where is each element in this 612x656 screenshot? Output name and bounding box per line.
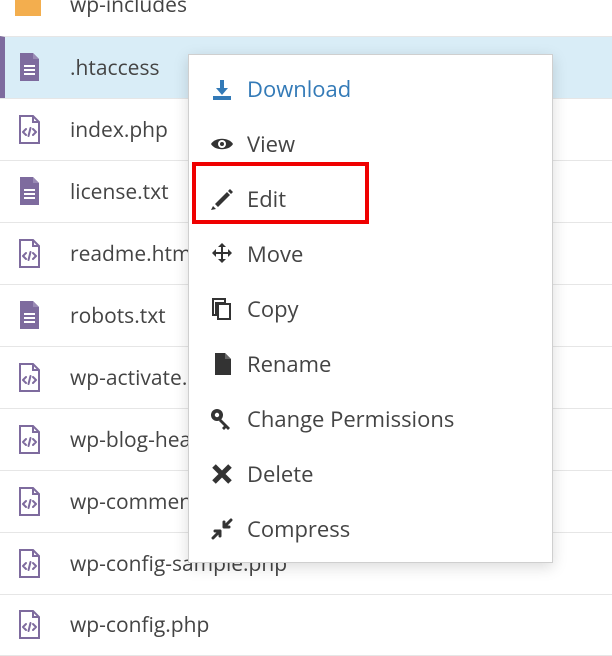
menu-label: Delete bbox=[247, 459, 313, 489]
textfile-icon bbox=[14, 301, 44, 331]
codefile-icon bbox=[14, 425, 44, 455]
menu-label: Compress bbox=[247, 514, 350, 544]
pencil-icon bbox=[209, 187, 235, 211]
copy-icon bbox=[209, 297, 235, 321]
file-row-folder[interactable]: wp-includes bbox=[0, 0, 612, 36]
menu-label: Change Permissions bbox=[247, 404, 454, 434]
menu-item-delete[interactable]: Delete bbox=[189, 446, 552, 501]
menu-item-permissions[interactable]: Change Permissions bbox=[189, 391, 552, 446]
menu-label: Rename bbox=[247, 349, 331, 379]
menu-label: Move bbox=[247, 239, 303, 269]
download-icon bbox=[209, 78, 235, 100]
context-menu: Download View Edit Move Copy Rename Chan… bbox=[188, 54, 553, 563]
x-icon bbox=[209, 463, 235, 485]
file-name: license.txt bbox=[70, 178, 169, 206]
menu-item-rename[interactable]: Rename bbox=[189, 336, 552, 391]
eye-icon bbox=[209, 134, 235, 154]
menu-label: Edit bbox=[247, 184, 286, 214]
textfile-icon bbox=[14, 53, 44, 83]
menu-item-download[interactable]: Download bbox=[189, 61, 552, 116]
key-icon bbox=[209, 407, 235, 431]
file-name: .htaccess bbox=[70, 54, 159, 82]
codefile-icon bbox=[14, 549, 44, 579]
menu-label: View bbox=[247, 129, 295, 159]
file-name: readme.html bbox=[70, 240, 197, 268]
file-name: wp-config.php bbox=[70, 611, 209, 639]
file-name: index.php bbox=[70, 116, 168, 144]
menu-item-edit[interactable]: Edit bbox=[189, 171, 552, 226]
menu-label: Download bbox=[247, 74, 351, 104]
file-name: robots.txt bbox=[70, 302, 166, 330]
move-icon bbox=[209, 242, 235, 266]
textfile-icon bbox=[14, 177, 44, 207]
codefile-icon bbox=[14, 363, 44, 393]
menu-label: Copy bbox=[247, 294, 299, 324]
compress-icon bbox=[209, 518, 235, 540]
codefile-icon bbox=[14, 487, 44, 517]
menu-item-view[interactable]: View bbox=[189, 116, 552, 171]
menu-item-move[interactable]: Move bbox=[189, 226, 552, 281]
file-name: wp-includes bbox=[70, 0, 187, 19]
codefile-icon bbox=[14, 610, 44, 640]
file-icon bbox=[209, 352, 235, 376]
menu-item-compress[interactable]: Compress bbox=[189, 501, 552, 556]
codefile-icon bbox=[14, 115, 44, 145]
folder-icon bbox=[14, 0, 44, 17]
codefile-icon bbox=[14, 239, 44, 269]
menu-item-copy[interactable]: Copy bbox=[189, 281, 552, 336]
